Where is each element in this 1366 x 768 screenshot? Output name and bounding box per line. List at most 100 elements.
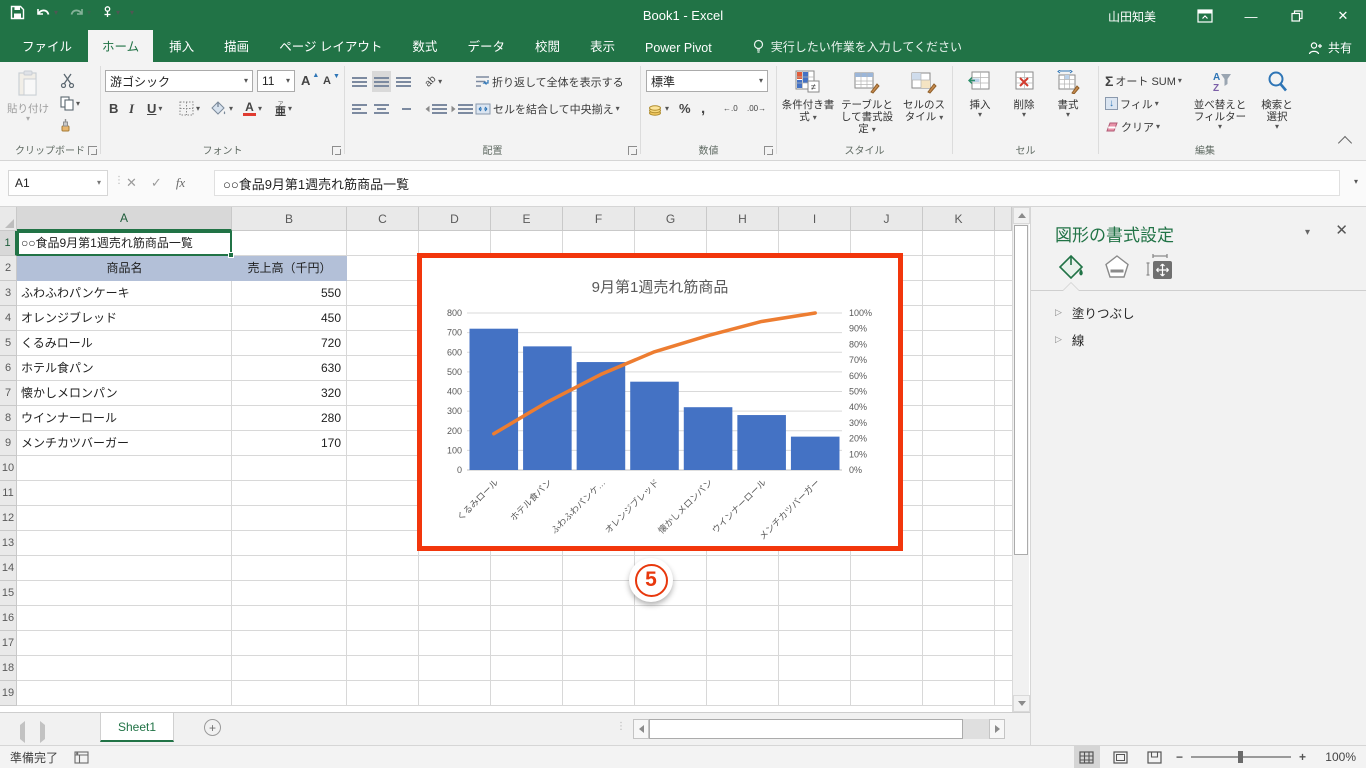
column-header-partial[interactable] [995,207,1012,231]
phonetic-guide-icon[interactable]: ア亜 ▾ [273,98,294,119]
copy-icon[interactable]: ▾ [58,93,82,114]
decrease-indent-icon[interactable] [423,98,449,119]
zoom-in-icon[interactable]: + [1299,750,1306,764]
cell-B9[interactable]: 170 [232,431,341,456]
ribbon-tab-ホーム[interactable]: ホーム [88,30,154,62]
column-header-J[interactable]: J [851,207,923,231]
page-layout-view-icon[interactable] [1108,746,1134,768]
autosum-button[interactable]: Σ オート SUM ▾ [1103,70,1184,91]
format-painter-icon[interactable] [58,115,77,136]
prev-sheet-icon[interactable] [20,721,25,743]
align-right-icon[interactable] [394,98,413,119]
delete-cells-button[interactable]: 削除 ▾ [1003,66,1045,140]
cell-B4[interactable]: 450 [232,306,341,331]
restore-button[interactable] [1274,0,1320,32]
number-format-combo[interactable]: 標準 ▾ [646,70,768,92]
cell-A9[interactable]: メンチカツバーガー [17,431,228,456]
ribbon-tab-描画[interactable]: 描画 [210,30,263,62]
select-all-corner[interactable] [0,207,17,231]
cell-B5[interactable]: 720 [232,331,341,356]
row-header-2[interactable]: 2 [0,256,17,281]
ribbon-tab-file[interactable]: ファイル [8,30,86,62]
pane-close-icon[interactable]: ✕ [1335,221,1348,239]
row-header-5[interactable]: 5 [0,331,17,356]
scroll-right-icon[interactable] [989,719,1005,739]
ribbon-display-options-icon[interactable] [1182,0,1228,32]
row-header-10[interactable]: 10 [0,456,17,481]
cancel-entry-icon[interactable]: ✕ [126,175,137,191]
cell-A2[interactable]: 商品名 [17,256,232,281]
clear-button[interactable]: クリア ▾ [1103,116,1162,137]
new-sheet-icon[interactable]: + [204,719,221,736]
row-header-14[interactable]: 14 [0,556,17,581]
pareto-chart[interactable]: 9月第1週売れ筋商品 0 100 200 300 400 500 600 700 800 0% 10%… [417,253,903,551]
row-header-19[interactable]: 19 [0,681,17,706]
cell-styles-button[interactable]: セルのスタイル ▾ [899,66,949,140]
format-cells-button[interactable]: 書式 ▾ [1047,66,1089,140]
row-header-3[interactable]: 3 [0,281,17,306]
insert-function-icon[interactable]: fx [176,175,185,191]
zoom-slider[interactable] [1190,751,1291,763]
next-sheet-icon[interactable] [40,721,45,743]
fill-color-icon[interactable]: ▾ [209,98,235,119]
formula-input[interactable]: ○○食品9月第1週売れ筋商品一覧 [214,170,1340,196]
cell-B6[interactable]: 630 [232,356,341,381]
ribbon-tab-数式[interactable]: 数式 [398,30,451,62]
alignment-dialog-launcher-icon[interactable] [628,146,637,155]
row-header-4[interactable]: 4 [0,306,17,331]
ribbon-tab-Power Pivot[interactable]: Power Pivot [631,35,726,62]
percent-style-icon[interactable]: % [677,98,693,119]
close-button[interactable]: ✕ [1320,0,1366,32]
minimize-button[interactable]: — [1228,0,1274,32]
scroll-up-icon[interactable] [1013,207,1030,224]
align-top-icon[interactable] [350,71,369,92]
expand-formula-bar-icon[interactable]: ▾ [1354,178,1358,186]
name-box[interactable]: A1 ▾ [8,170,108,196]
fill-section-header[interactable]: ▷ 塗りつぶし [1055,303,1135,322]
normal-view-icon[interactable] [1073,746,1100,768]
paste-button[interactable]: 貼り付け ▾ [2,66,54,140]
column-header-F[interactable]: F [563,207,635,231]
fill-handle[interactable] [228,252,234,258]
column-header-E[interactable]: E [491,207,563,231]
cell-B7[interactable]: 320 [232,381,341,406]
font-color-icon[interactable]: A ▾ [241,98,264,119]
row-header-15[interactable]: 15 [0,581,17,606]
ribbon-tab-校閲[interactable]: 校閲 [521,30,574,62]
font-name-combo[interactable]: 游ゴシック ▾ [105,70,253,92]
zoom-out-icon[interactable]: − [1176,750,1183,764]
tab-split-handle[interactable]: ⋮ [616,721,627,732]
ribbon-tab-挿入[interactable]: 挿入 [155,30,208,62]
cell-B3[interactable]: 550 [232,281,341,306]
ribbon-tab-データ[interactable]: データ [453,30,519,62]
cell-A7[interactable]: 懐かしメロンパン [17,381,228,406]
column-header-B[interactable]: B [232,207,347,231]
font-dialog-launcher-icon[interactable] [332,146,341,155]
underline-button[interactable]: U ▾ [145,98,164,119]
sheet-tab-active[interactable]: Sheet1 [100,713,174,742]
increase-font-icon[interactable]: A ▲ [299,70,321,91]
row-header-17[interactable]: 17 [0,631,17,656]
row-header-12[interactable]: 12 [0,506,17,531]
ribbon-tab-表示[interactable]: 表示 [576,30,629,62]
row-header-6[interactable]: 6 [0,356,17,381]
column-header-I[interactable]: I [779,207,851,231]
comma-style-icon[interactable]: , [699,98,707,119]
page-break-view-icon[interactable] [1142,746,1168,768]
align-bottom-icon[interactable] [394,71,413,92]
expand-fill-icon[interactable]: ▷ [1055,307,1062,318]
row-header-9[interactable]: 9 [0,431,17,456]
cell-A5[interactable]: くるみロール [17,331,228,356]
row-header-16[interactable]: 16 [0,606,17,631]
line-section-header[interactable]: ▷ 線 [1055,330,1084,349]
scroll-down-icon[interactable] [1013,695,1030,712]
increase-decimal-icon[interactable]: ←.0 [721,98,740,119]
zoom-slider-thumb[interactable] [1237,751,1243,763]
row-header-1[interactable]: 1 [0,231,17,256]
share-button[interactable]: 共有 [1308,39,1352,56]
align-left-icon[interactable] [350,98,369,119]
cut-icon[interactable] [58,70,77,91]
ribbon-tab-ページ レイアウト[interactable]: ページ レイアウト [265,30,396,62]
increase-indent-icon[interactable] [449,98,475,119]
row-header-8[interactable]: 8 [0,406,17,431]
